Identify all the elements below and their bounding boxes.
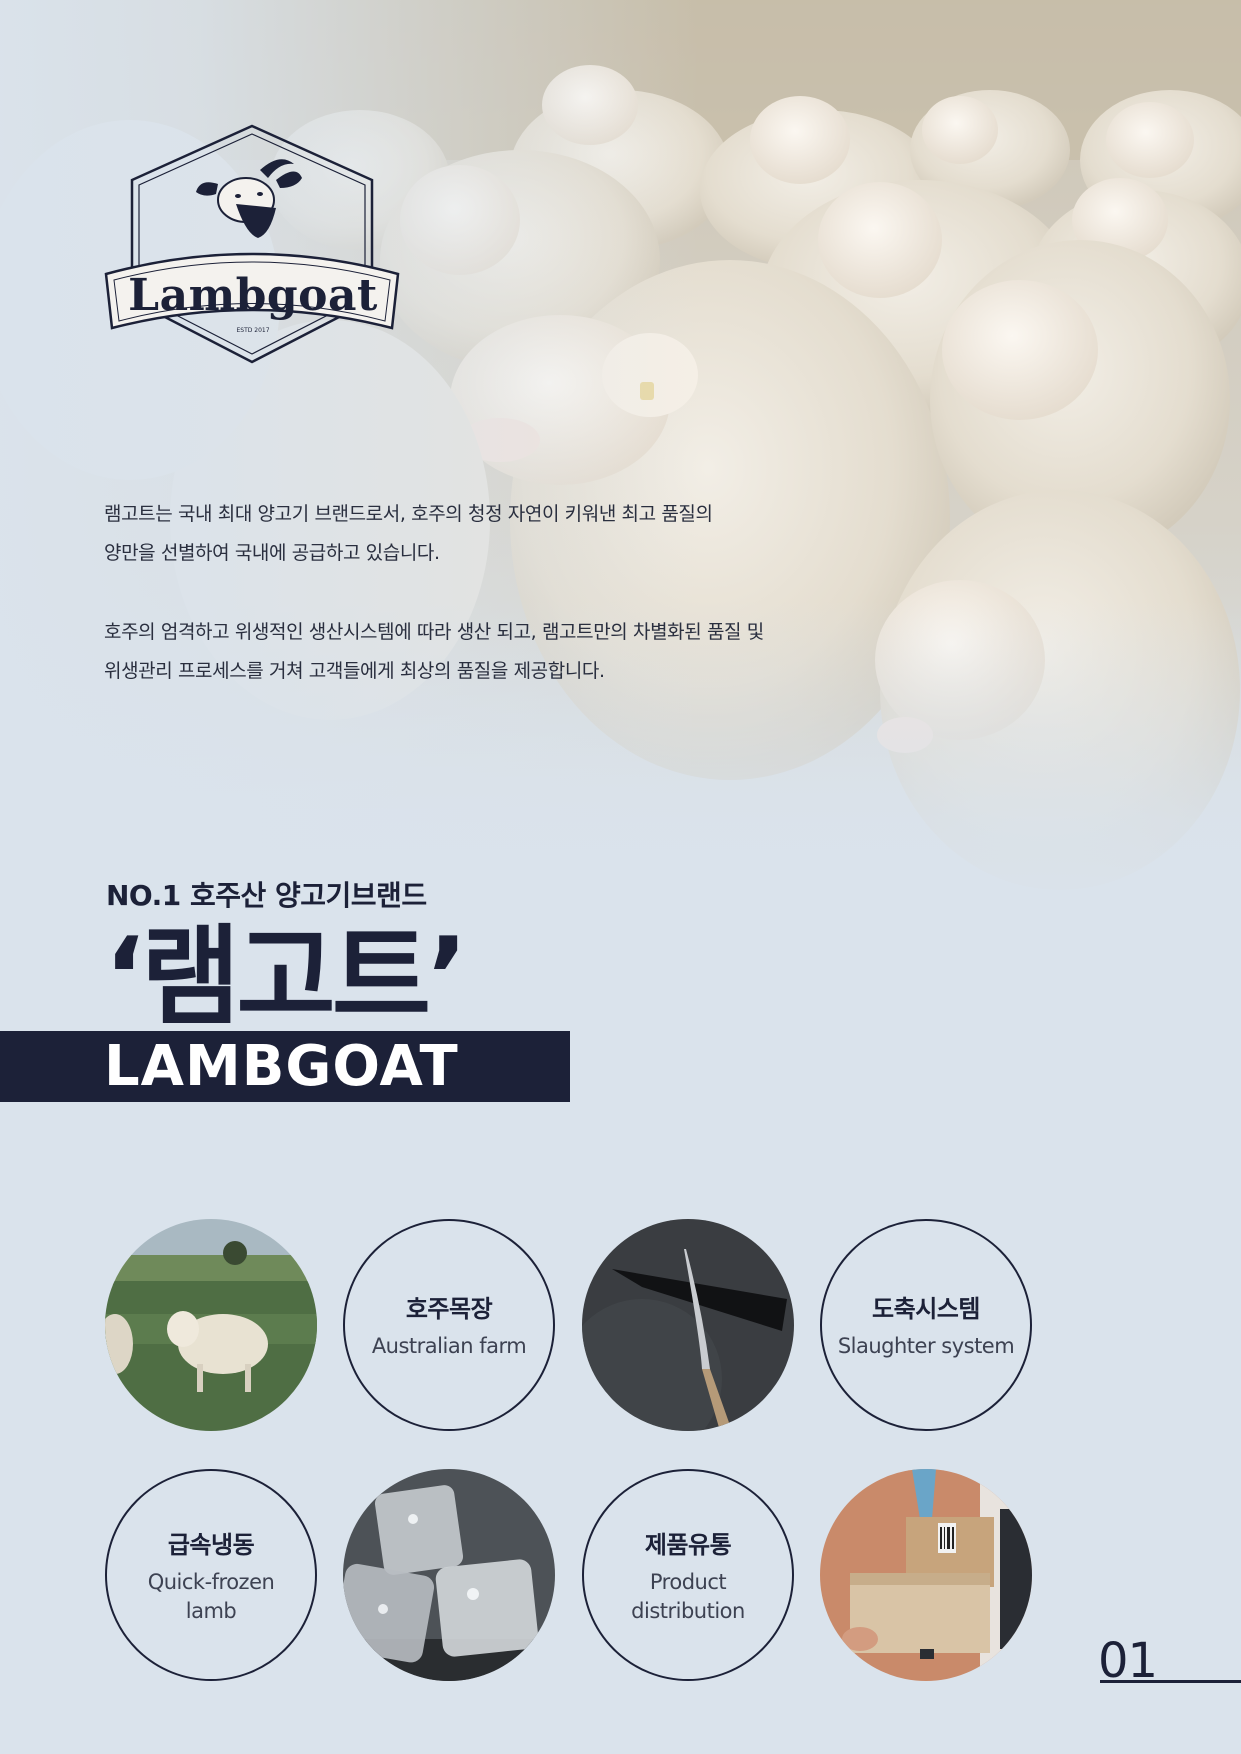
feature-label-en: Product distribution — [631, 1569, 745, 1623]
feature-product-distribution: 제품유통 Product distribution — [582, 1469, 794, 1681]
intro-paragraph-2: 호주의 엄격하고 위생적인 생산시스템에 따라 생산 되고, 램고트만의 차별화… — [104, 613, 864, 691]
ice-cubes-image — [343, 1469, 555, 1681]
feature-label-ko: 제품유통 — [644, 1530, 732, 1559]
feature-australian-farm: 호주목장 Australian farm — [343, 1219, 555, 1431]
intro-paragraph-1-line-2: 양만을 선별하여 국내에 공급하고 있습니다. — [104, 542, 440, 564]
brand-title-english: LAMBGOAT — [104, 1034, 459, 1099]
logo-badge-icon — [104, 124, 400, 364]
brand-tagline: NO.1 호주산 양고기브랜드 — [106, 879, 427, 912]
intro-paragraph-1: 램고트는 국내 최대 양고기 브랜드로서, 호주의 청정 자연이 키워낸 최고 … — [104, 495, 864, 573]
delivery-image — [820, 1469, 1032, 1681]
logo-established-text: ESTD 2017 — [236, 327, 270, 334]
ice-cubes-photo — [343, 1469, 555, 1681]
feature-quick-frozen: 급속냉동 Quick-frozen lamb — [105, 1469, 317, 1681]
intro-paragraph-2-line-2: 위생관리 프로세스를 거쳐 고객들에게 최상의 품질을 제공합니다. — [104, 660, 605, 682]
feature-label-ko: 호주목장 — [405, 1295, 493, 1323]
intro-paragraph-2-line-1: 호주의 엄격하고 위생적인 생산시스템에 따라 생산 되고, 램고트만의 차별화… — [104, 621, 764, 643]
feature-label-ko: 도축시스템 — [872, 1295, 980, 1323]
knife-image — [582, 1219, 794, 1431]
page-number-underline — [1100, 1680, 1241, 1683]
feature-label-en: Slaughter system — [837, 1334, 1015, 1358]
intro-paragraph-1-line-1: 램고트는 국내 최대 양고기 브랜드로서, 호주의 청정 자연이 키워낸 최고 … — [104, 503, 713, 525]
logo-wordmark: Lambgoat — [128, 270, 378, 321]
feature-slaughter-system: 도축시스템 Slaughter system — [820, 1219, 1032, 1431]
feature-label-ko: 급속냉동 — [167, 1530, 255, 1559]
delivery-boxes-photo — [820, 1469, 1032, 1681]
slaughter-knife-photo — [582, 1219, 794, 1431]
australian-farm-photo — [105, 1219, 317, 1431]
lambgoat-logo: Lambgoat ESTD 2017 — [100, 122, 405, 372]
farm-sheep-image — [105, 1219, 317, 1431]
feature-label-en: Quick-frozen lamb — [147, 1569, 275, 1623]
brand-title-korean: ‘램고트’ — [104, 915, 468, 1040]
feature-label-en: Australian farm — [371, 1334, 527, 1358]
